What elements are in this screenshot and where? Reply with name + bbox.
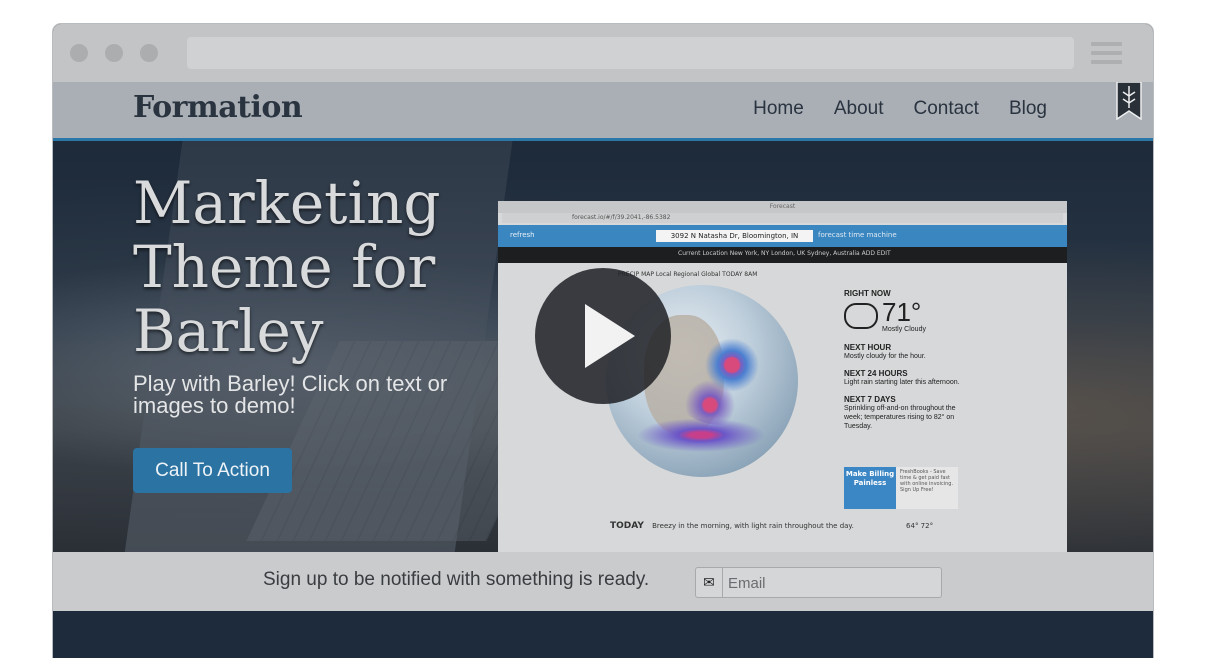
call-to-action-button[interactable]: Call To Action: [133, 448, 292, 493]
signup-bar: Sign up to be notified with something is…: [53, 552, 1153, 611]
footer-section: [53, 611, 1153, 658]
hero-title[interactable]: Marketing Theme for Barley: [133, 171, 513, 363]
today-label: TODAY: [610, 521, 644, 531]
today-text: Breezy in the morning, with light rain t…: [652, 522, 854, 530]
close-window-dot[interactable]: [70, 44, 88, 62]
next-hour-text: Mostly cloudy for the hour.: [844, 353, 926, 360]
today-range: 64° 72°: [906, 522, 934, 530]
nav-links: Home About Contact Blog: [753, 98, 1047, 120]
demo-video-screenshot[interactable]: Forecast forecast.io/#/f/39.2041,-86.538…: [498, 201, 1067, 552]
envelope-icon: ✉: [696, 568, 723, 597]
screenshot-refresh: refresh: [510, 231, 535, 239]
current-condition: Mostly Cloudy: [882, 326, 926, 333]
screenshot-locations-bar: Current Location New York, NY London, UK…: [498, 247, 1067, 263]
cloud-icon: [844, 303, 878, 329]
next-24-label: NEXT 24 HOURS: [844, 369, 908, 378]
nav-link-blog[interactable]: Blog: [1009, 98, 1047, 120]
hamburger-menu-icon[interactable]: [1091, 42, 1122, 69]
screenshot-address: 3092 N Natasha Dr, Bloomington, IN: [656, 230, 813, 242]
screenshot-map-tabs: PRECIP MAP Local Regional Global TODAY 8…: [618, 271, 758, 278]
today-row: TODAY Breezy in the morning, with light …: [610, 521, 960, 531]
hero-section: Marketing Theme for Barley Play with Bar…: [53, 141, 1153, 552]
current-temperature: 71°: [882, 297, 922, 327]
minimize-window-dot[interactable]: [105, 44, 123, 62]
maximize-window-dot[interactable]: [140, 44, 158, 62]
email-field[interactable]: ✉: [695, 567, 942, 599]
screenshot-locations: Current Location New York, NY London, UK…: [678, 250, 891, 257]
address-bar[interactable]: [187, 37, 1074, 69]
next-7-label: NEXT 7 DAYS: [844, 395, 896, 404]
next-7-text: Sprinkling off-and-on throughout the wee…: [844, 405, 956, 430]
next-24-text: Light rain starting later this afternoon…: [844, 379, 960, 386]
nav-link-home[interactable]: Home: [753, 98, 804, 120]
next-hour-label: NEXT HOUR: [844, 343, 892, 352]
screenshot-modes: forecast time machine: [818, 231, 897, 239]
ad-text: FreshBooks - Save time & get paid fast w…: [900, 469, 954, 493]
browser-chrome: [53, 24, 1153, 82]
screenshot-window-title: Forecast: [498, 201, 1067, 213]
nav-link-contact[interactable]: Contact: [913, 98, 978, 120]
freshbooks-ad: Make Billing Painless FreshBooks - Save …: [844, 467, 958, 509]
email-input[interactable]: [726, 568, 930, 599]
hero-subtitle[interactable]: Play with Barley! Click on text or image…: [133, 373, 473, 417]
screenshot-header: refresh 3092 N Natasha Dr, Bloomington, …: [498, 225, 1067, 247]
screenshot-url-bar: forecast.io/#/f/39.2041,-86.5382: [502, 213, 1063, 223]
brand-logo[interactable]: Formation: [133, 90, 303, 125]
nav-link-about[interactable]: About: [834, 98, 884, 120]
screenshot-forecast-panel: RIGHT NOW 71° Mostly Cloudy NEXT HOUR Mo…: [844, 289, 964, 439]
screenshot-url: forecast.io/#/f/39.2041,-86.5382: [572, 214, 671, 221]
barley-bookmark-icon[interactable]: [1116, 82, 1142, 120]
signup-text: Sign up to be notified with something is…: [263, 569, 650, 590]
browser-window: Formation Home About Contact Blog Market…: [53, 24, 1153, 658]
play-video-icon[interactable]: [535, 268, 671, 404]
site-navbar: Formation Home About Contact Blog: [53, 82, 1153, 141]
ad-title: Make Billing Painless: [844, 467, 896, 509]
